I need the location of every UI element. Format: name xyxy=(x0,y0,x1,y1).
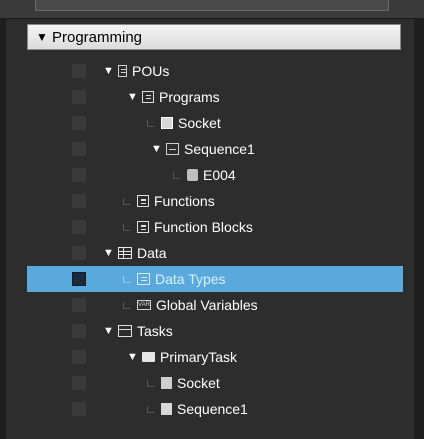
tree-row-pous[interactable]: ▼ POUs xyxy=(27,58,403,84)
tree-row-sequence1-task[interactable]: ∟ Sequence1 xyxy=(27,396,403,422)
function-blocks-icon xyxy=(137,221,149,233)
tree-elbow-icon: ∟ xyxy=(145,116,157,130)
ladder-program-icon xyxy=(166,143,179,155)
tree-elbow-icon: ∟ xyxy=(121,194,133,208)
row-checkbox[interactable] xyxy=(72,220,86,234)
expand-triangle-icon[interactable]: ▼ xyxy=(103,65,114,77)
tree-elbow-icon: ∟ xyxy=(121,220,133,234)
left-panel-border xyxy=(0,18,6,439)
row-checkbox[interactable] xyxy=(72,142,86,156)
task-program-icon xyxy=(161,377,172,389)
tree-row-programs[interactable]: ▼ Programs xyxy=(27,84,403,110)
row-checkbox[interactable] xyxy=(72,272,86,286)
tree-row-data[interactable]: ▼ Data xyxy=(27,240,403,266)
tree-elbow-icon: ∟ xyxy=(121,272,133,286)
row-checkbox[interactable] xyxy=(72,350,86,364)
tree-label: Socket xyxy=(178,115,221,131)
folder-icon xyxy=(142,352,155,362)
tree-row-data-types[interactable]: ∟ Data Types xyxy=(27,266,403,292)
section-title: Programming xyxy=(52,28,143,46)
right-panel-border xyxy=(414,18,424,439)
expand-triangle-icon[interactable]: ▼ xyxy=(127,91,138,103)
row-checkbox[interactable] xyxy=(72,298,86,312)
expand-triangle-icon[interactable]: ▼ xyxy=(103,247,114,259)
row-checkbox[interactable] xyxy=(72,90,86,104)
tree-row-tasks[interactable]: ▼ Tasks xyxy=(27,318,403,344)
expand-triangle-icon[interactable]: ▼ xyxy=(151,143,162,155)
tree-label: Function Blocks xyxy=(154,219,253,235)
tree-row-socket-task[interactable]: ∟ Socket xyxy=(27,370,403,396)
tree-label: POUs xyxy=(132,63,170,79)
task-sequence-icon xyxy=(161,403,172,415)
expand-triangle-icon[interactable]: ▼ xyxy=(127,351,138,363)
function-block-icon xyxy=(187,169,198,181)
tree-label: Data Types xyxy=(155,271,226,287)
tree-label: Sequence1 xyxy=(177,401,248,417)
tree-elbow-icon: ∟ xyxy=(171,168,183,182)
data-table-icon xyxy=(118,247,132,259)
row-checkbox[interactable] xyxy=(72,116,86,130)
tree-label: Data xyxy=(137,245,167,261)
collapse-triangle-icon[interactable]: ▼ xyxy=(36,30,48,44)
tree-label: Socket xyxy=(177,375,220,391)
data-types-icon xyxy=(137,273,150,285)
tree-label: E004 xyxy=(203,167,236,183)
tree-label: Sequence1 xyxy=(184,141,255,157)
tree-label: Programs xyxy=(159,89,220,105)
pou-icon xyxy=(118,65,127,77)
functions-icon xyxy=(137,195,149,207)
program-icon xyxy=(161,117,173,129)
global-variables-icon: VAR xyxy=(137,300,151,310)
tree-row-primary-task[interactable]: ▼ PrimaryTask xyxy=(27,344,403,370)
row-checkbox[interactable] xyxy=(72,194,86,208)
top-toolbar-strip xyxy=(0,0,424,19)
top-scroll-track[interactable] xyxy=(35,0,389,11)
tree-row-socket-program[interactable]: ∟ Socket xyxy=(27,110,403,136)
tasks-icon xyxy=(118,325,132,337)
expand-triangle-icon[interactable]: ▼ xyxy=(103,325,114,337)
tree-elbow-icon: ∟ xyxy=(121,298,133,312)
programs-icon xyxy=(142,91,154,103)
row-checkbox[interactable] xyxy=(72,168,86,182)
tree-row-function-blocks[interactable]: ∟ Function Blocks xyxy=(27,214,403,240)
project-tree: ▼ POUs ▼ Programs ∟ Socket ▼ Sequence1 ∟… xyxy=(27,58,403,422)
tree-row-sequence1[interactable]: ▼ Sequence1 xyxy=(27,136,403,162)
tree-elbow-icon: ∟ xyxy=(145,402,157,416)
row-checkbox[interactable] xyxy=(72,246,86,260)
tree-row-global-variables[interactable]: ∟ VAR Global Variables xyxy=(27,292,403,318)
tree-label: Functions xyxy=(154,193,215,209)
row-checkbox[interactable] xyxy=(72,376,86,390)
tree-row-e004[interactable]: ∟ E004 xyxy=(27,162,403,188)
tree-label: Tasks xyxy=(137,323,173,339)
row-checkbox[interactable] xyxy=(72,402,86,416)
row-checkbox[interactable] xyxy=(72,64,86,78)
programming-section-header[interactable]: ▼ Programming xyxy=(27,24,401,50)
tree-label: Global Variables xyxy=(156,297,258,313)
tree-elbow-icon: ∟ xyxy=(145,376,157,390)
tree-row-functions[interactable]: ∟ Functions xyxy=(27,188,403,214)
project-explorer-panel: ▼ Programming ▼ POUs ▼ Programs ∟ Socket… xyxy=(0,0,424,439)
tree-label: PrimaryTask xyxy=(160,349,238,365)
row-checkbox[interactable] xyxy=(72,324,86,338)
